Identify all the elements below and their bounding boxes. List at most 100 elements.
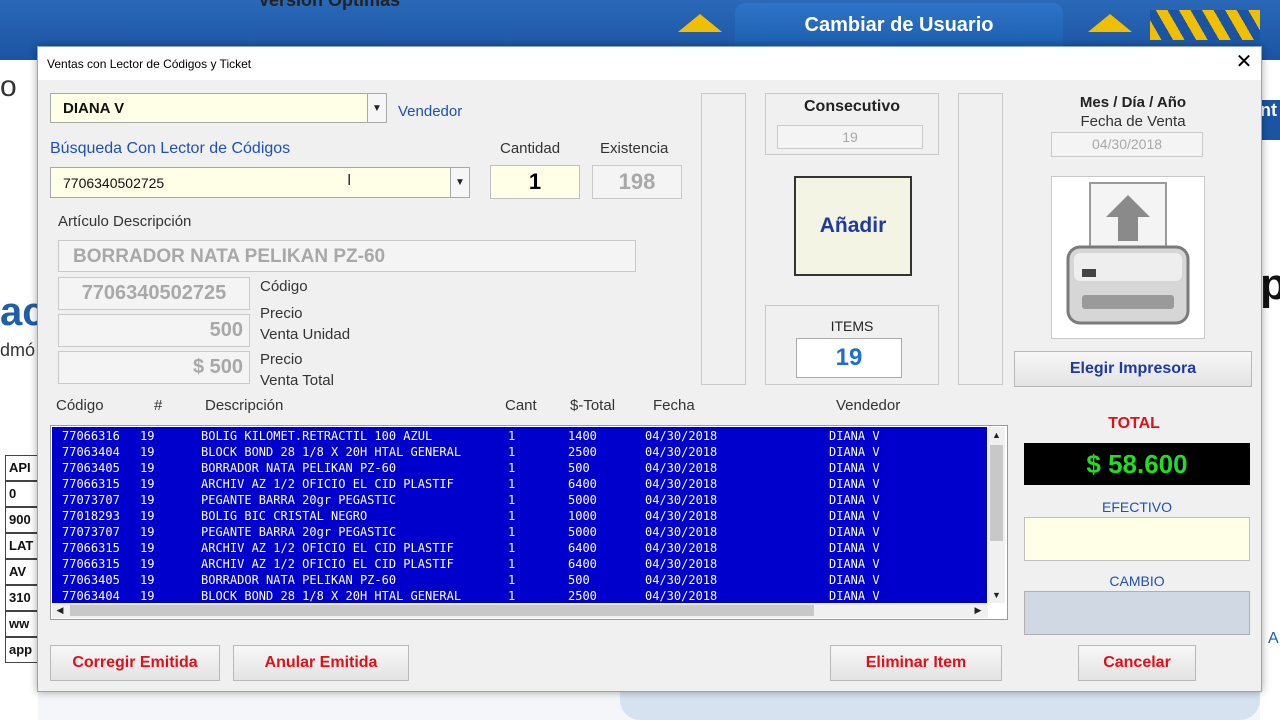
table-cell: 04/30/2018 (645, 525, 718, 539)
total-price-label: Precio (260, 351, 303, 368)
table-cell: 1 (508, 589, 516, 603)
table-row[interactable]: 77063404 19 BLOCK BOND 28 1/8 X 20H HTAL G… (52, 444, 987, 460)
table-row[interactable]: 77073707 19 PEGANTE BARRA 20gr PEGASTIC 1 50… (52, 524, 987, 540)
bg-cell: API (5, 455, 38, 481)
vertical-scrollbar[interactable]: ▲ ▼ (988, 427, 1005, 603)
cash-input[interactable] (1024, 517, 1250, 561)
items-count: 19 (796, 338, 902, 378)
bg-fragment: nt (1260, 100, 1280, 140)
cancel-button[interactable]: Cancelar (1078, 645, 1196, 681)
table-cell: DIANA V (829, 557, 880, 571)
scroll-down-icon[interactable]: ▼ (988, 587, 1005, 603)
table-cell: 77073707 (62, 525, 120, 539)
text-cursor-icon: I (347, 172, 352, 189)
items-group: ITEMS 19 (765, 305, 939, 385)
scroll-left-icon[interactable]: ◀ (52, 603, 68, 618)
separator-panel (701, 93, 746, 385)
column-header: Fecha (653, 397, 695, 414)
sales-table[interactable]: 77066316 19 BOLIG KILOMET.RETRACTIL 100 AZ… (50, 425, 1008, 620)
close-icon[interactable]: ✕ (1233, 51, 1255, 73)
table-row[interactable]: 77018293 19 BOLIG BIC CRISTAL NEGRO 1 1000 04… (52, 508, 987, 524)
table-cell: 04/30/2018 (645, 493, 718, 507)
background-footer (620, 690, 1260, 720)
date-format-label: Mes / Día / Año (1079, 94, 1187, 111)
scroll-thumb-horizontal[interactable] (70, 605, 814, 616)
vendor-select[interactable]: DIANA V ▼ (50, 93, 387, 123)
void-issued-button[interactable]: Anular Emitida (233, 645, 409, 681)
total-display: $ 58.600 (1024, 443, 1250, 485)
correct-issued-button[interactable]: Corregir Emitida (50, 645, 220, 681)
table-cell: 19 (140, 461, 155, 475)
chevron-up-icon (1088, 14, 1132, 32)
table-cell: 6400 (568, 477, 597, 491)
change-user-button[interactable]: Cambiar de Usuario (735, 3, 1063, 47)
table-cell: ARCHIV AZ 1/2 OFICIO EL CID PLASTIF (201, 477, 454, 491)
table-cell: 1400 (568, 429, 597, 443)
table-row[interactable]: 77066315 19 ARCHIV AZ 1/2 OFICIO EL CID PL… (52, 556, 987, 572)
table-cell: 77063405 (62, 461, 120, 475)
bg-cell: app (5, 637, 38, 663)
window-title: Ventas con Lector de Códigos y Ticket (47, 57, 252, 71)
table-cell: 19 (140, 541, 155, 555)
consecutive-field: 19 (777, 125, 923, 149)
table-cell: 19 (140, 429, 155, 443)
table-cell: 19 (140, 573, 155, 587)
table-cell: DIANA V (829, 477, 880, 491)
table-cell: 04/30/2018 (645, 541, 718, 555)
table-cell: 77063405 (62, 573, 120, 587)
table-row[interactable]: 77063405 19 BORRADOR NATA PELIKAN PZ-60 1 50… (52, 572, 987, 588)
table-cell: DIANA V (829, 493, 880, 507)
bg-fragment: p (1260, 260, 1280, 309)
bg-cell: 0 (5, 481, 38, 507)
barcode-search-input[interactable]: 7706340502725 I ▼ (50, 167, 470, 198)
chevron-down-icon[interactable]: ▼ (450, 168, 469, 197)
table-cell: 77066315 (62, 477, 120, 491)
date-label: Fecha de Venta (1080, 113, 1186, 130)
table-cell: 1 (508, 429, 516, 443)
table-cell: 1 (508, 541, 516, 555)
cash-label: EFECTIVO (1101, 499, 1172, 515)
table-cell: 6400 (568, 541, 597, 555)
unit-price-label-2: Venta Unidad (260, 326, 351, 343)
chevron-down-icon[interactable]: ▼ (367, 94, 386, 122)
table-row[interactable]: 77066316 19 BOLIG KILOMET.RETRACTIL 100 AZ… (52, 428, 987, 444)
table-row[interactable]: 77073707 19 PEGANTE BARRA 20gr PEGASTIC 1 50… (52, 492, 987, 508)
table-row[interactable]: 77066315 19 ARCHIV AZ 1/2 OFICIO EL CID PL… (52, 476, 987, 492)
table-cell: 1 (508, 573, 516, 587)
choose-printer-button[interactable]: Elegir Impresora (1014, 351, 1252, 387)
table-cell: 19 (140, 557, 155, 571)
code-field: 7706340502725 (58, 277, 250, 310)
table-cell: 1000 (568, 509, 597, 523)
column-header: # (154, 397, 163, 414)
scroll-thumb[interactable] (990, 445, 1003, 541)
description-field: BORRADOR NATA PELIKAN PZ-60 (58, 240, 636, 272)
table-cell: 6400 (568, 557, 597, 571)
unit-price-label: Precio (260, 305, 303, 322)
change-field (1024, 591, 1250, 635)
table-cell: ARCHIV AZ 1/2 OFICIO EL CID PLASTIF (201, 557, 454, 571)
print-button[interactable] (1051, 176, 1205, 339)
table-cell: DIANA V (829, 509, 880, 523)
table-row[interactable]: 77063405 19 BORRADOR NATA PELIKAN PZ-60 1 50… (52, 460, 987, 476)
delete-item-button[interactable]: Eliminar Item (830, 645, 1002, 681)
scroll-up-icon[interactable]: ▲ (988, 427, 1005, 443)
table-cell: BLOCK BOND 28 1/8 X 20H HTAL GENERAL (201, 589, 462, 603)
table-cell: 04/30/2018 (645, 445, 718, 459)
table-cell: DIANA V (829, 461, 880, 475)
table-row[interactable]: 77063404 19 BLOCK BOND 28 1/8 X 20H HTAL G… (52, 588, 987, 603)
search-label: Búsqueda Con Lector de Códigos (50, 140, 291, 157)
horizontal-scrollbar[interactable]: ◀ ▶ (52, 603, 988, 618)
unit-price-field: 500 (58, 314, 250, 347)
table-row[interactable]: 77066315 19 ARCHIV AZ 1/2 OFICIO EL CID PL… (52, 540, 987, 556)
separator-panel (958, 93, 1003, 385)
scroll-right-icon[interactable]: ▶ (970, 603, 986, 618)
quantity-input[interactable]: 1 (490, 165, 580, 199)
table-cell: 19 (140, 445, 155, 459)
bg-fragment: o (0, 70, 17, 103)
table-cell: 77073707 (62, 493, 120, 507)
sales-table-body[interactable]: 77066316 19 BOLIG KILOMET.RETRACTIL 100 AZ… (52, 427, 987, 603)
table-cell: 19 (140, 477, 155, 491)
table-cell: DIANA V (829, 541, 880, 555)
add-button[interactable]: Añadir (794, 176, 912, 276)
description-label: Artículo Descripción (58, 213, 192, 230)
